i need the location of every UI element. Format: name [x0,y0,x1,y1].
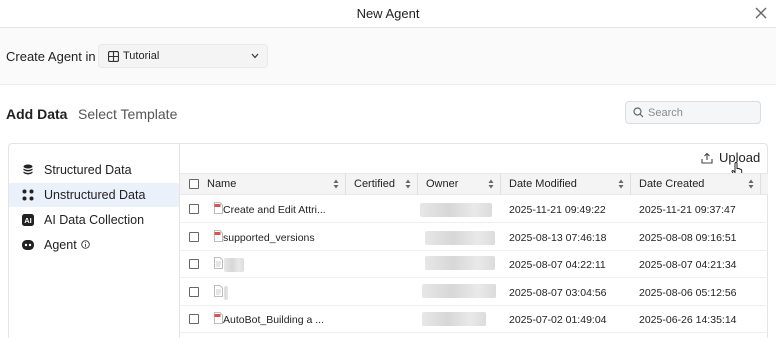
ai-badge-icon: AI [22,214,34,226]
row-checkbox[interactable] [189,204,199,214]
file-name-redacted [224,286,228,300]
file-name[interactable]: supported_versions [223,232,315,244]
column-header-date-modified[interactable]: Date Modified [501,174,631,194]
dots-grid-icon [22,189,34,201]
column-header-certified[interactable]: Certified [346,174,418,194]
location-select[interactable]: Tutorial [98,44,268,68]
sidebar-item-structured-data[interactable]: Structured Data [9,158,179,182]
tab-add-data[interactable]: Add Data [6,106,67,122]
sort-icon[interactable] [488,179,494,189]
table-row[interactable]: AutoBot_Building a ... 2025-07-02 01:49:… [180,306,768,333]
date-created: 2025-08-07 04:21:34 [639,259,737,271]
sort-icon[interactable] [405,179,411,189]
info-icon[interactable] [80,240,90,249]
close-icon[interactable] [752,4,770,22]
table-row[interactable]: supported_versions 2025-08-13 07:46:18 2… [180,224,768,251]
owner-redacted [422,312,486,326]
pdf-file-icon [214,312,223,324]
location-label: Create Agent in [6,49,96,64]
date-created: 2025-11-21 09:37:47 [639,204,736,216]
search-box [625,101,761,124]
tab-select-template[interactable]: Select Template [78,106,177,122]
table-row[interactable]: Create and Edit Attri... 2025-11-21 09:4… [180,196,768,223]
sort-icon[interactable] [748,179,754,189]
pdf-file-icon [214,230,223,242]
sidebar-item-label: Structured Data [44,163,132,177]
table-row[interactable]: 2025-08-07 03:04:56 2025-08-06 05:12:56 [180,279,768,306]
file-name[interactable]: AutoBot_Building a ... [223,314,324,326]
pdf-file-icon [214,202,223,214]
sidebar-item-label: Agent [44,238,90,252]
dialog-header: New Agent [0,0,776,28]
sidebar-item-unstructured-data[interactable]: Unstructured Data [9,183,179,207]
file-name-redacted [224,258,244,272]
select-all-checkbox[interactable] [189,179,199,189]
row-checkbox[interactable] [189,287,199,297]
owner-redacted [425,256,495,270]
agent-icon [22,240,34,250]
content-panel: Structured Data Unstructured Data AI AI … [8,143,768,338]
column-header-name[interactable]: Name [199,174,346,194]
svg-text:AI: AI [24,216,32,225]
sidebar-item-label: Unstructured Data [44,188,146,202]
date-created: 2025-08-06 05:12:56 [639,287,737,299]
row-checkbox[interactable] [189,259,199,269]
sort-icon[interactable] [618,179,624,189]
date-created: 2025-08-08 09:16:51 [639,232,737,244]
file-name[interactable]: Create and Edit Attri... [223,204,326,216]
upload-icon [701,152,713,164]
database-icon [23,164,33,175]
location-row: Create Agent in Tutorial [0,28,776,85]
column-header-owner[interactable]: Owner [418,174,501,194]
folder-grid-icon [108,51,119,62]
sidebar-item-ai-data-collection[interactable]: AI AI Data Collection [9,208,179,232]
date-modified: 2025-07-02 01:49:04 [509,314,607,326]
table-header: Name Certified Owner Date Modified Date … [180,173,768,195]
owner-redacted [422,284,496,298]
date-created: 2025-06-26 14:35:14 [639,314,737,326]
sidebar-item-agent[interactable]: Agent [9,233,179,257]
chevron-down-icon [251,53,259,59]
document-file-icon [214,285,223,297]
date-modified: 2025-08-13 07:46:18 [509,232,607,244]
date-modified: 2025-11-21 09:49:22 [509,204,606,216]
date-modified: 2025-08-07 03:04:56 [509,287,607,299]
row-checkbox[interactable] [189,232,199,242]
dialog-title: New Agent [356,6,420,21]
date-modified: 2025-08-07 04:22:11 [509,259,606,271]
table-row[interactable]: 2025-08-07 04:22:11 2025-08-07 04:21:34 [180,251,768,278]
sort-icon[interactable] [333,179,339,189]
owner-redacted [425,231,495,245]
data-source-sidebar: Structured Data Unstructured Data AI AI … [9,144,179,338]
sidebar-item-label: AI Data Collection [44,213,145,227]
search-icon [633,107,644,118]
owner-redacted [420,203,492,217]
location-value: Tutorial [123,50,160,62]
column-header-date-created[interactable]: Date Created [631,174,761,194]
document-file-icon [214,257,223,269]
row-checkbox[interactable] [189,314,199,324]
search-input[interactable] [648,105,756,121]
